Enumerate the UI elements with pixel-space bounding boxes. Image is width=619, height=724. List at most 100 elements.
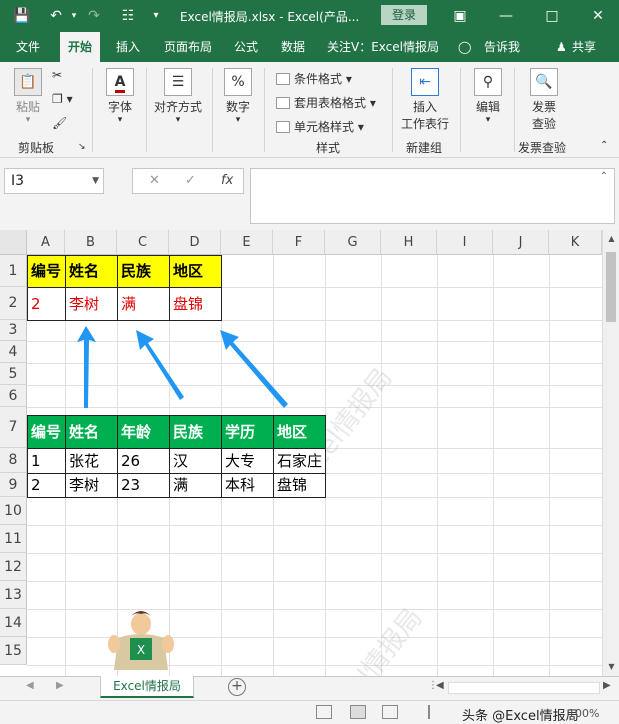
sheet-tab-excel-info[interactable]: Excel情报局: [100, 676, 194, 698]
tab-follow[interactable]: 关注V：Excel情报局: [327, 32, 439, 62]
zoom-slider-handle[interactable]: [428, 705, 430, 719]
invoice-icon: 🔍: [530, 68, 558, 96]
tab-page-layout[interactable]: 页面布局: [164, 32, 212, 62]
number-dropdown-icon: ▾: [235, 115, 241, 125]
invoice-check-button[interactable]: 🔍 发票 查验: [522, 68, 566, 132]
styles-group-label: 样式: [316, 141, 341, 155]
sheet-prev-icon[interactable]: ◀: [26, 680, 34, 691]
font-label: 字体: [107, 100, 132, 114]
copy-icon[interactable]: ❐ ▾: [52, 92, 73, 106]
ribbon-display-icon[interactable]: ▣: [448, 5, 472, 27]
paste-button[interactable]: 📋 粘贴 ▾: [10, 68, 46, 125]
scroll-up-icon[interactable]: ▲: [603, 234, 619, 243]
scroll-thumb[interactable]: [606, 252, 616, 322]
normal-view-icon[interactable]: [316, 705, 332, 719]
formula-bar: I3 ▼ ✕ ✓ fx ⌃: [0, 158, 619, 230]
close-icon[interactable]: ✕: [586, 5, 610, 27]
fx-icon[interactable]: fx: [221, 173, 233, 188]
arrow-to-region: [220, 330, 288, 408]
name-box[interactable]: I3 ▼: [4, 168, 104, 194]
paste-dropdown-icon: ▾: [25, 115, 31, 125]
conditional-format-button[interactable]: 条件格式 ▾: [276, 70, 352, 87]
font-button[interactable]: A 字体 ▾: [100, 68, 140, 125]
cancel-icon[interactable]: ✕: [149, 173, 160, 188]
confirm-icon[interactable]: ✓: [185, 173, 196, 188]
percent-icon: %: [224, 68, 252, 96]
clipboard-launcher-icon[interactable]: ↘: [78, 142, 86, 152]
scroll-left-icon[interactable]: ◀: [436, 680, 444, 691]
ribbon-divider: [460, 68, 461, 152]
horizontal-scrollbar[interactable]: [448, 682, 600, 694]
minimize-icon[interactable]: —: [494, 5, 518, 27]
edit-label: 编辑: [475, 100, 500, 114]
share-icon[interactable]: ♟: [556, 32, 567, 62]
save-icon[interactable]: 💾: [12, 6, 32, 26]
cut-icon[interactable]: ✂: [52, 68, 62, 82]
login-button[interactable]: 登录: [381, 5, 427, 25]
tab-formulas[interactable]: 公式: [234, 32, 258, 62]
page-layout-view-icon[interactable]: [350, 705, 366, 719]
lightbulb-icon[interactable]: ◯: [458, 32, 471, 62]
vertical-scrollbar[interactable]: ▲ ▼: [602, 230, 619, 676]
redo-icon[interactable]: ↷: [84, 6, 104, 26]
new-group-label: 新建组: [406, 141, 443, 155]
scroll-down-icon[interactable]: ▼: [603, 662, 619, 671]
tab-home[interactable]: 开始: [60, 32, 101, 62]
table-format-icon: [276, 97, 290, 109]
insert-row-button[interactable]: ⇤ 插入 工作表行: [398, 68, 452, 132]
ribbon-divider: [264, 68, 265, 152]
format-painter-icon[interactable]: 🖌: [52, 116, 67, 130]
formula-buttons: ✕ ✓ fx: [132, 168, 244, 194]
invoice-label-2: 查验: [531, 117, 556, 131]
formula-input[interactable]: ⌃: [250, 168, 615, 224]
edit-button[interactable]: ⚲ 编辑 ▾: [468, 68, 508, 125]
sheet-tab-bar: ◀ ▶ Excel情报局 + ⋮ ◀ ▶: [0, 676, 619, 700]
collapse-ribbon-icon[interactable]: ⌃: [600, 140, 608, 151]
ribbon-divider: [212, 68, 213, 152]
alignment-button[interactable]: ☰ 对齐方式 ▾: [150, 68, 206, 125]
number-label: 数字: [225, 100, 250, 114]
undo-icon[interactable]: ↶: [46, 6, 66, 26]
sheet-next-icon[interactable]: ▶: [56, 680, 64, 691]
align-icon: ☰: [164, 68, 192, 96]
maximize-icon[interactable]: □: [540, 5, 564, 27]
ribbon-divider: [392, 68, 393, 152]
cell-style-button[interactable]: 单元格样式 ▾: [276, 118, 364, 135]
zoom-level[interactable]: 100%: [568, 707, 599, 720]
name-box-dropdown-icon[interactable]: ▼: [92, 169, 99, 193]
expand-formula-icon[interactable]: ⌃: [600, 171, 608, 182]
ribbon-divider: [146, 68, 147, 152]
clipboard-group-label: 剪贴板: [18, 141, 55, 155]
worksheet-grid[interactable]: A B C D E F G H I J K 1 2 3 4 5 6 7 8 9 …: [0, 230, 619, 676]
quick-access-dropdown-icon[interactable]: ▾: [146, 6, 166, 26]
cell-style-label: 单元格样式: [294, 120, 355, 134]
tab-insert[interactable]: 插入: [116, 32, 140, 62]
print-preview-icon[interactable]: ☷: [118, 6, 138, 26]
paste-label: 粘贴: [15, 100, 40, 114]
status-bar: 头条 @Excel情报局 100%: [0, 700, 619, 724]
invoice-label-1: 发票: [531, 100, 556, 114]
add-sheet-icon[interactable]: +: [228, 678, 246, 696]
page-break-view-icon[interactable]: [382, 705, 398, 719]
ribbon-divider: [514, 68, 515, 152]
cell-style-icon: [276, 121, 290, 133]
number-button[interactable]: % 数字 ▾: [218, 68, 258, 125]
tab-share[interactable]: 共享: [572, 32, 596, 62]
scroll-right-icon[interactable]: ▶: [603, 680, 611, 691]
tab-file[interactable]: 文件: [16, 32, 40, 62]
conditional-format-icon: [276, 73, 290, 85]
font-icon: A: [106, 68, 134, 96]
tab-tell-me[interactable]: 告诉我: [484, 32, 520, 62]
name-box-value: I3: [11, 173, 25, 189]
paste-icon: 📋: [14, 68, 42, 96]
tab-data[interactable]: 数据: [281, 32, 305, 62]
alignment-dropdown-icon: ▾: [175, 115, 181, 125]
table-format-label: 套用表格格式: [294, 96, 367, 110]
undo-dropdown-icon[interactable]: ▾: [64, 6, 84, 26]
arrow-to-ethnicity: [136, 330, 184, 400]
ribbon-divider: [92, 68, 93, 152]
insert-row-icon: ⇤: [411, 68, 439, 96]
table-format-button[interactable]: 套用表格格式 ▾: [276, 94, 376, 111]
conditional-format-label: 条件格式: [294, 72, 343, 86]
title-bar: 💾 ↶ ▾ ↷ ☷ ▾ Excel情报局.xlsx - Excel(产品... …: [0, 0, 619, 32]
